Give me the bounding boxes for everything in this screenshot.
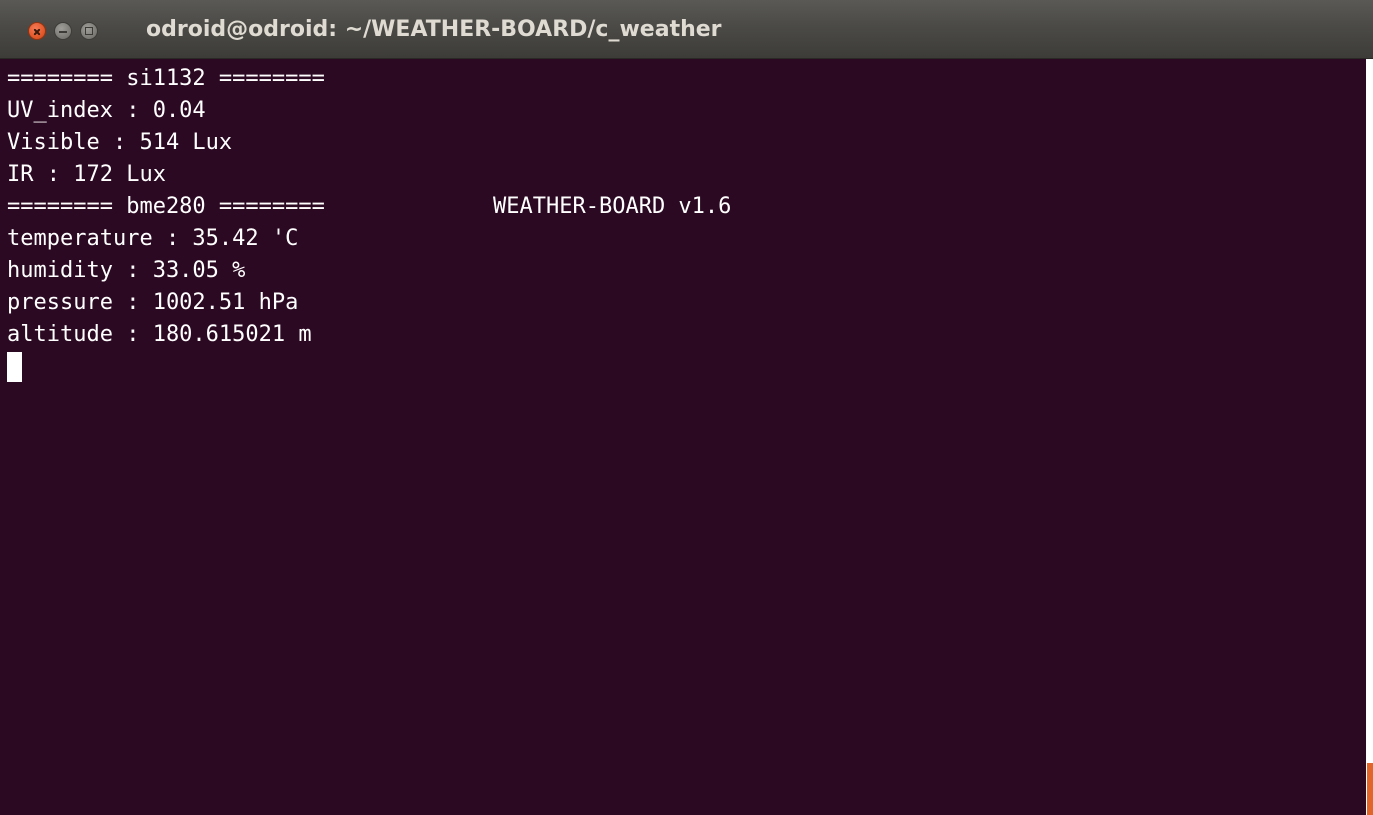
humidity-line: humidity : 33.05 % <box>7 258 246 283</box>
bme280-header-row: ======== bme280 ======== WEATHER-BOARD v… <box>7 191 1362 223</box>
maximize-icon[interactable] <box>80 22 98 40</box>
window-title: odroid@odroid: ~/WEATHER-BOARD/c_weather <box>146 17 722 42</box>
ir-line: IR : 172 Lux <box>7 162 166 187</box>
visible-line: Visible : 514 Lux <box>7 130 233 155</box>
close-icon[interactable] <box>28 22 46 40</box>
uv-index-line: UV_index : 0.04 <box>7 98 206 123</box>
weather-board-banner: WEATHER-BOARD v1.6 <box>493 194 732 219</box>
terminal-window: odroid@odroid: ~/WEATHER-BOARD/c_weather… <box>0 0 1373 815</box>
pressure-line: pressure : 1002.51 hPa <box>7 290 299 315</box>
terminal-output[interactable]: ======== si1132 ======== UV_index : 0.04… <box>7 63 1362 811</box>
title-bar[interactable]: odroid@odroid: ~/WEATHER-BOARD/c_weather <box>0 0 1373 59</box>
window-edge <box>1366 59 1373 815</box>
text-cursor <box>7 352 22 382</box>
cursor-line <box>7 351 1362 383</box>
minimize-icon[interactable] <box>54 22 72 40</box>
scrollbar-thumb[interactable] <box>1367 763 1373 815</box>
altitude-line: altitude : 180.615021 m <box>7 322 312 347</box>
si1132-header-line: ======== si1132 ======== <box>7 66 325 91</box>
temperature-line: temperature : 35.42 'C <box>7 226 299 251</box>
bme280-header-line: ======== bme280 ======== <box>7 194 325 219</box>
